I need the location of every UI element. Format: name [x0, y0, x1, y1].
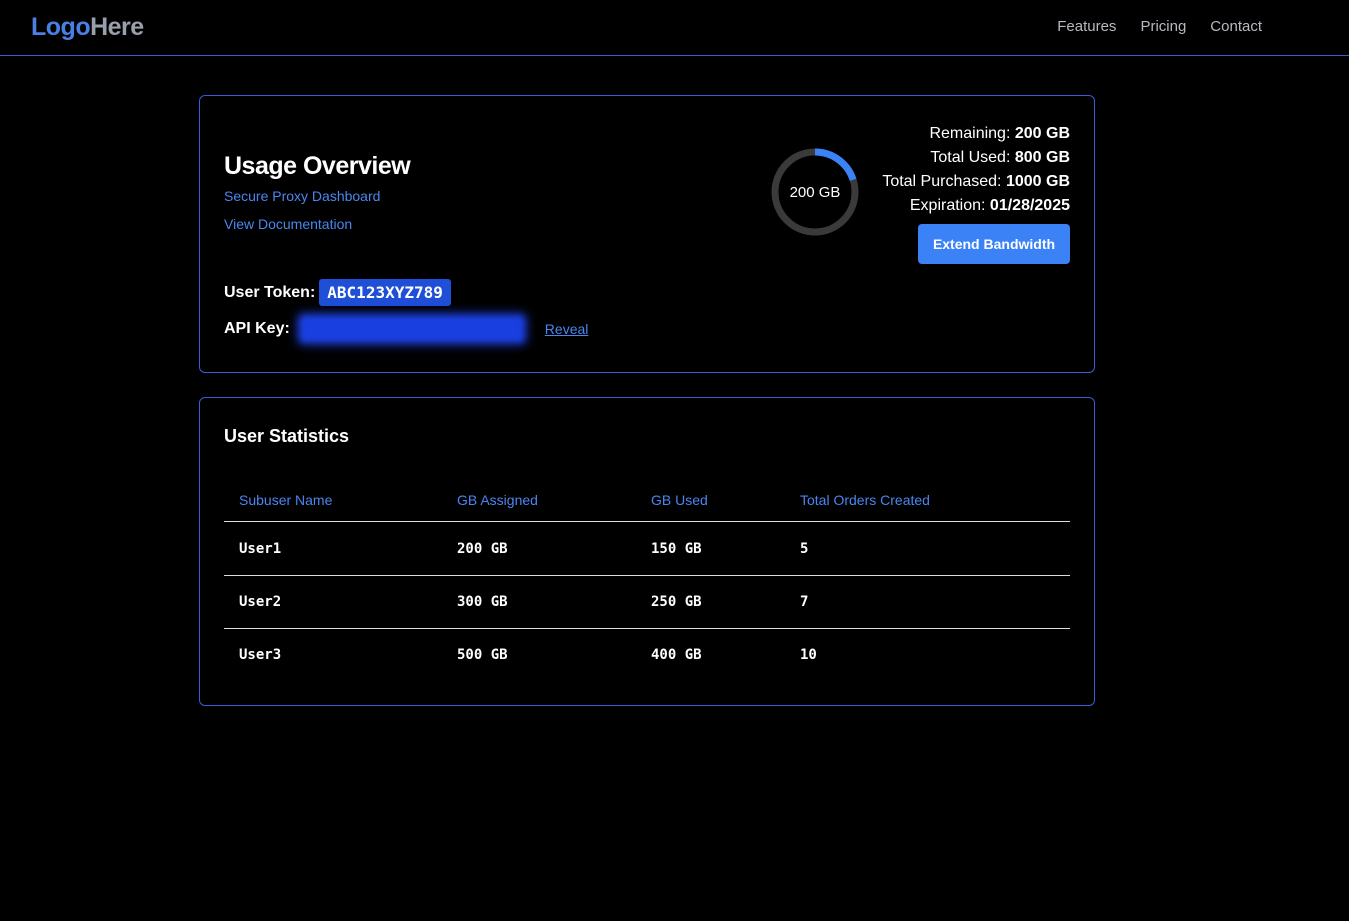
nav-links: Features Pricing Contact: [1057, 18, 1262, 35]
cell-subuser-name: User2: [239, 594, 282, 610]
cell-subuser-name: User3: [239, 647, 282, 663]
logo[interactable]: LogoHere: [31, 13, 144, 42]
total-used-value: 800 GB: [1014, 149, 1070, 166]
header-gb-used[interactable]: GB Used: [651, 492, 708, 508]
cell-gb-assigned: 200 GB: [457, 540, 508, 557]
nav-link-pricing[interactable]: Pricing: [1140, 18, 1186, 35]
logo-part2: Here: [90, 13, 144, 41]
header-gb-assigned[interactable]: GB Assigned: [457, 492, 538, 508]
logo-part1: Logo: [31, 13, 91, 41]
cell-gb-used: 400 GB: [651, 647, 702, 663]
user-statistics-card: User Statistics Subuser Name GB Assigned…: [199, 397, 1095, 706]
api-key-label: API Key:: [224, 320, 290, 337]
expiration-line: Expiration: 01/28/2025: [882, 194, 1070, 218]
stats-title: User Statistics: [224, 426, 350, 446]
total-used-line: Total Used: 800 GB: [882, 146, 1070, 170]
cell-gb-used: 250 GB: [651, 594, 702, 610]
donut-center-label: 200 GB: [789, 183, 841, 201]
table-row: User1 200 GB 150 GB 5: [224, 522, 1070, 575]
user-statistics-table: Subuser Name GB Assigned GB Used Total O…: [224, 478, 1070, 681]
header-subuser-name[interactable]: Subuser Name: [239, 492, 332, 508]
cell-gb-assigned: 500 GB: [457, 647, 508, 663]
reveal-api-key-link[interactable]: Reveal: [545, 321, 589, 337]
top-navbar: LogoHere Features Pricing Contact: [0, 0, 1349, 56]
nav-link-contact[interactable]: Contact: [1210, 18, 1262, 35]
usage-title: Usage Overview: [224, 152, 411, 180]
extend-bandwidth-button[interactable]: Extend Bandwidth: [918, 224, 1070, 264]
remaining-value: 200 GB: [1014, 125, 1070, 142]
cell-gb-assigned: 300 GB: [457, 594, 508, 610]
nav-link-features[interactable]: Features: [1057, 18, 1116, 35]
usage-summary: Remaining: 200 GB Total Used: 800 GB Tot…: [882, 122, 1070, 218]
cell-total-orders: 10: [800, 647, 817, 663]
api-key-row: API Key: xxxxxxxxxxxxxxxxxxxxxxx Reveal: [224, 316, 588, 342]
expiration-label: Expiration:: [909, 197, 986, 214]
total-purchased-line: Total Purchased: 1000 GB: [882, 170, 1070, 194]
cell-subuser-name: User1: [239, 540, 282, 557]
cell-gb-used: 150 GB: [651, 540, 702, 557]
total-used-label: Total Used:: [930, 149, 1011, 166]
table-header: Subuser Name GB Assigned GB Used Total O…: [224, 478, 1070, 522]
cell-total-orders: 7: [800, 594, 809, 610]
expiration-value: 01/28/2025: [989, 197, 1070, 214]
total-purchased-label: Total Purchased:: [882, 173, 1002, 190]
table-row: User3 500 GB 400 GB 10: [224, 628, 1070, 681]
remaining-label: Remaining:: [929, 125, 1011, 142]
user-token-value[interactable]: ABC123XYZ789: [319, 279, 451, 306]
header-total-orders[interactable]: Total Orders Created: [800, 492, 930, 508]
user-token-label: User Token:: [224, 283, 316, 301]
api-key-blurred: xxxxxxxxxxxxxxxxxxxxxxx: [299, 316, 524, 342]
user-token-row: User Token: ABC123XYZ789: [224, 279, 451, 306]
documentation-link[interactable]: View Documentation: [224, 216, 352, 232]
total-purchased-value: 1000 GB: [1005, 173, 1070, 190]
dashboard-link[interactable]: Secure Proxy Dashboard: [224, 188, 380, 204]
cell-total-orders: 5: [800, 540, 809, 557]
remaining-line: Remaining: 200 GB: [882, 122, 1070, 146]
usage-overview-card: Usage Overview Secure Proxy Dashboard Vi…: [199, 95, 1095, 373]
table-row: User2 300 GB 250 GB 7: [224, 575, 1070, 628]
